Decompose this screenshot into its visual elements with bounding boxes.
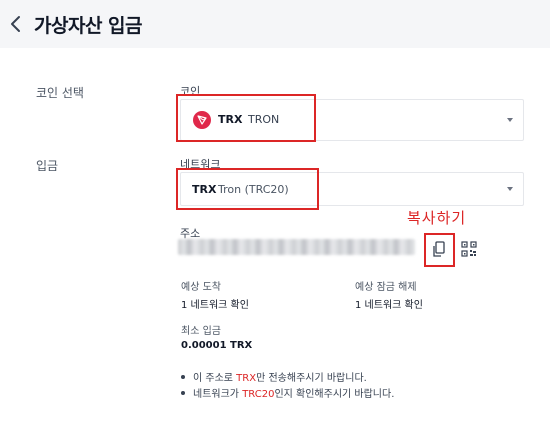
note-highlight: TRX (236, 373, 257, 384)
qr-code-icon (461, 241, 477, 257)
network-name: Tron (TRC20) (218, 183, 289, 196)
note-text: 인지 확인해주시기 바랍니다. (274, 389, 395, 400)
expected-arrival-value: 1 네트워크 확인 (181, 300, 249, 311)
expected-unlock-label: 예상 잠금 해제 (355, 282, 417, 293)
note-item: 이 주소로 TRX만 전송해주시기 바랍니다. (181, 369, 367, 384)
copy-address-button[interactable] (430, 240, 448, 260)
address-value-blurred (178, 239, 415, 255)
expected-unlock-value: 1 네트워크 확인 (355, 300, 423, 311)
coin-name: TRON (248, 113, 280, 126)
coin-section-label: 코인 선택 (36, 86, 84, 100)
network-field-label: 네트워크 (180, 158, 221, 171)
chevron-left-icon (11, 16, 20, 32)
copy-icon (433, 241, 445, 257)
bullet-dot (181, 375, 185, 379)
expected-arrival-label: 예상 도착 (181, 282, 221, 293)
page-title: 가상자산 입금 (34, 15, 143, 37)
min-deposit-value: 0.00001 TRX (181, 340, 253, 351)
coin-select[interactable]: TRX TRON (180, 99, 524, 141)
page-header: 가상자산 입금 (0, 0, 550, 48)
tron-logo-icon (193, 111, 211, 129)
note-text: 이 주소로 (193, 373, 237, 384)
coin-ticker: TRX (218, 113, 243, 126)
qr-code-button[interactable] (461, 241, 477, 257)
min-deposit-label: 최소 입금 (181, 326, 221, 337)
caret-down-icon (507, 187, 513, 191)
coin-field-label: 코인 (180, 85, 201, 98)
caret-down-icon (507, 118, 513, 122)
note-text: 만 전송해주시기 바랍니다. (256, 373, 367, 384)
network-select[interactable]: TRX Tron (TRC20) (180, 172, 524, 206)
note-highlight: TRC20 (242, 389, 275, 400)
deposit-section-label: 입금 (36, 159, 59, 173)
back-button[interactable] (4, 10, 28, 38)
bullet-dot (181, 391, 185, 395)
note-text: 네트워크가 (193, 389, 243, 400)
copy-annotation: 복사하기 (407, 209, 467, 227)
note-item: 네트워크가 TRC20인지 확인해주시기 바랍니다. (181, 385, 394, 400)
network-ticker: TRX (192, 183, 217, 196)
